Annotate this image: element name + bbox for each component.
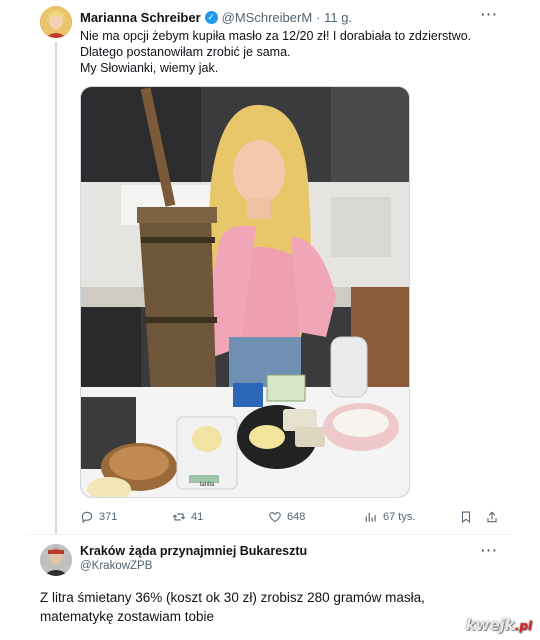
- tweet-text: Nie ma opcji żebym kupiła masło za 12/20…: [80, 28, 500, 76]
- tweet-text-line: Nie ma opcji żebym kupiła masło za 12/20…: [80, 29, 472, 43]
- verified-badge-icon: ✓: [204, 10, 218, 24]
- tweet-divider: [28, 534, 512, 535]
- share-button[interactable]: [485, 510, 499, 524]
- author-avatar[interactable]: [40, 6, 72, 38]
- like-button[interactable]: 648: [268, 510, 305, 524]
- reply-button[interactable]: 371: [80, 510, 117, 524]
- scale-brand-text: tanita: [200, 482, 215, 488]
- repost-count: 41: [191, 511, 204, 523]
- watermark-suffix: .pl: [514, 619, 532, 633]
- share-icon: [487, 511, 497, 523]
- tweet-text-line: My Słowianki, wiemy jak.: [80, 61, 219, 75]
- thread-connector: [55, 42, 57, 534]
- reply-tweet[interactable]: Kraków żąda przynajmniej Bukaresztu @Kra…: [28, 536, 512, 640]
- like-count: 648: [287, 511, 306, 523]
- reply-text: Z litra śmietany 36% (koszt ok 30 zł) zr…: [40, 590, 425, 624]
- author-handle[interactable]: @MSchreiberM: [222, 10, 313, 25]
- reply-author-avatar[interactable]: [40, 544, 72, 576]
- views-icon: [365, 512, 376, 522]
- bookmark-button[interactable]: [459, 510, 473, 524]
- reply-icon: [81, 511, 93, 524]
- views-button[interactable]: 67 tys.: [364, 510, 415, 524]
- kitchen-photo-illustration: tanita: [81, 87, 409, 497]
- tweet-photo[interactable]: tanita: [80, 86, 410, 498]
- more-icon[interactable]: ···: [481, 6, 498, 22]
- tweet-header: Marianna Schreiber ✓ @MSchreiberM · 11 g…: [80, 8, 352, 26]
- tweet-text-line: Dlatego postanowiłam zrobić je sama.: [80, 45, 291, 59]
- tweet-timestamp[interactable]: · 11 g.: [316, 10, 352, 25]
- tweet-actions: 371 41 648 67 tys.: [80, 508, 500, 528]
- author-name[interactable]: Marianna Schreiber: [80, 10, 201, 25]
- views-count: 67 tys.: [383, 511, 416, 523]
- kwejk-watermark: kwejk.pl: [466, 616, 532, 634]
- reply-author-name[interactable]: Kraków żąda przynajmniej Bukaresztu: [80, 544, 307, 558]
- reply-author-handle[interactable]: @KrakowZPB: [80, 560, 152, 572]
- tweet[interactable]: Marianna Schreiber ✓ @MSchreiberM · 11 g…: [28, 0, 512, 534]
- watermark-main: kwejk: [465, 616, 515, 634]
- like-icon: [269, 512, 281, 523]
- repost-icon: [172, 513, 186, 521]
- bookmark-icon: [461, 511, 471, 524]
- more-icon[interactable]: ···: [481, 542, 498, 558]
- repost-button[interactable]: 41: [172, 510, 203, 524]
- reply-count: 371: [99, 511, 118, 523]
- timeline: Marianna Schreiber ✓ @MSchreiberM · 11 g…: [28, 0, 512, 640]
